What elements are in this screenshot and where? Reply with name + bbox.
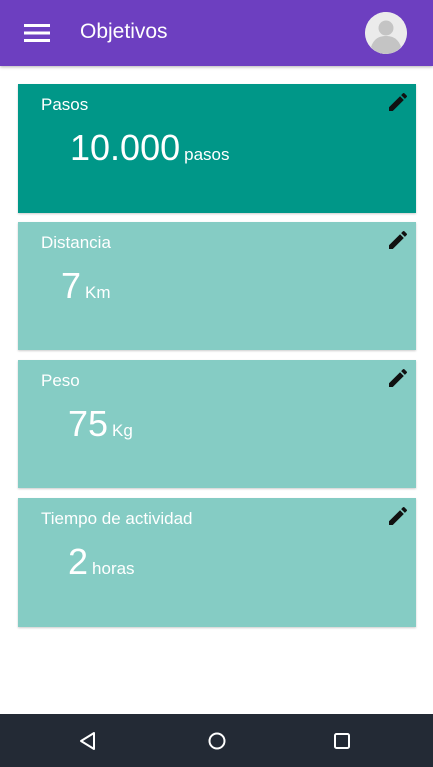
goal-card-value: 2 horas <box>68 542 135 582</box>
recents-square-icon <box>334 733 350 749</box>
home-circle-icon <box>208 732 226 750</box>
system-nav-bar <box>0 714 433 767</box>
edit-button[interactable] <box>386 504 410 528</box>
goal-value: 7 <box>61 265 82 306</box>
pencil-edit-icon <box>389 368 408 387</box>
goal-unit: horas <box>92 559 135 578</box>
goal-card-peso[interactable]: Peso 75 Kg <box>18 360 416 488</box>
pencil-edit-icon <box>389 230 408 249</box>
pencil-edit-icon <box>389 506 408 525</box>
menu-button[interactable] <box>20 19 54 47</box>
app-bar: Objetivos <box>0 0 433 66</box>
pencil-edit-icon <box>389 92 408 111</box>
edit-button[interactable] <box>386 228 410 252</box>
recents-button[interactable] <box>329 728 355 754</box>
goal-unit: Km <box>85 283 111 302</box>
goal-value: 2 <box>68 541 89 582</box>
edit-button[interactable] <box>386 90 410 114</box>
back-triangle-icon <box>80 732 95 750</box>
goal-card-label: Tiempo de actividad <box>41 509 193 528</box>
goal-card-label: Distancia <box>41 233 111 252</box>
back-button[interactable] <box>75 728 101 754</box>
goal-unit: pasos <box>184 145 230 164</box>
edit-button[interactable] <box>386 366 410 390</box>
avatar[interactable] <box>365 12 407 54</box>
page-title: Objetivos <box>80 20 168 43</box>
goal-card-distancia[interactable]: Distancia 7 Km <box>18 222 416 350</box>
goal-card-value: 75 Kg <box>68 404 133 444</box>
goal-card-value: 7 Km <box>61 266 111 306</box>
hamburger-menu-icon <box>24 24 50 42</box>
goal-value: 75 <box>68 403 109 444</box>
goal-card-tiempo-actividad[interactable]: Tiempo de actividad 2 horas <box>18 498 416 627</box>
goal-card-label: Peso <box>41 371 80 390</box>
goal-unit: Kg <box>112 421 133 440</box>
goal-value: 10.000 <box>70 127 181 168</box>
goal-card-label: Pasos <box>41 95 89 114</box>
home-button[interactable] <box>204 728 230 754</box>
goal-card-value: 10.000 pasos <box>70 128 229 168</box>
goal-card-pasos[interactable]: Pasos 10.000 pasos <box>18 84 416 213</box>
user-avatar-icon <box>365 12 407 54</box>
